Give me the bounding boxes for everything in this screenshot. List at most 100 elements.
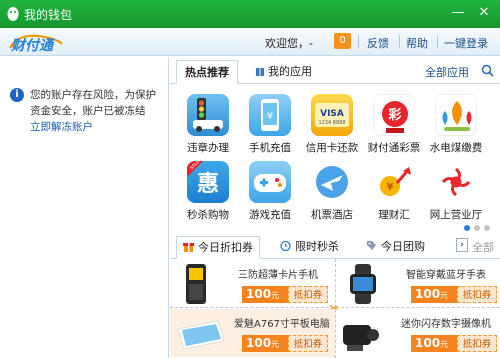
card-phone-icon: [186, 264, 206, 304]
app-utilities[interactable]: 水电煤缴费: [425, 94, 487, 155]
app-label: 信用卡还款: [305, 142, 359, 154]
deal-coupon[interactable]: 抵扣券: [288, 335, 328, 352]
tenpay-logo: 财付通: [9, 34, 63, 54]
wealth-icon: ¥: [373, 161, 415, 203]
svg-text:惠: 惠: [197, 172, 219, 197]
info-icon: i: [10, 88, 24, 102]
tag-icon: [367, 241, 376, 250]
deal-title: 爱魅A767寸平板电脑: [234, 319, 330, 330]
unfreeze-account-link[interactable]: 立即解冻账户: [30, 121, 93, 133]
tab-today-coupons[interactable]: 今日折扣券: [176, 236, 260, 259]
app-lottery[interactable]: 彩 财付通彩票: [363, 94, 425, 155]
app-flash-sale[interactable]: SALE 惠 秒杀购物: [177, 161, 239, 222]
risk-notice: 您的账户存在风险，为保护资金安全，账户已被冻结 立即解冻账户: [30, 87, 166, 135]
deal-price: 100元: [411, 286, 457, 303]
gift-icon: [183, 243, 194, 252]
deal-tab-bar: 今日折扣券 限时秒杀 今日团购 › 全部: [170, 234, 500, 259]
window-titlebar: 我的钱包 — ✕: [0, 0, 500, 28]
svg-text:¥: ¥: [267, 111, 273, 122]
lottery-icon: 彩: [373, 94, 415, 136]
tab-label: 限时秒杀: [295, 240, 339, 253]
china-unicom-icon: [435, 161, 477, 203]
tab-flash-sale[interactable]: 限时秒杀: [280, 236, 339, 259]
app-traffic-violation[interactable]: 违章办理: [177, 94, 239, 155]
app-label: 违章办理: [187, 142, 229, 154]
app-label: 财付通彩票: [367, 142, 421, 154]
pager-dot[interactable]: [474, 225, 480, 231]
app-label: 水电煤缴费: [429, 142, 483, 154]
deal-title: 智能穿戴蓝牙手表: [406, 270, 486, 281]
welcome-text: 欢迎您，-: [265, 37, 313, 50]
tab-label: 今日团购: [381, 240, 425, 253]
utilities-icon: [435, 94, 477, 136]
app-wealth[interactable]: ¥ 理财汇: [363, 161, 425, 222]
svg-text:财付通: 财付通: [10, 37, 55, 54]
more-arrow-button[interactable]: ›: [456, 238, 468, 252]
one-click-login-link[interactable]: 一键登录: [444, 35, 488, 51]
deal-title: 迷你闪存数字摄像机: [401, 319, 491, 330]
account-header: 财付通 欢迎您，- 0 反馈 帮助 一键登录: [0, 28, 500, 56]
header-divider: [399, 35, 400, 48]
window-title: 我的钱包: [24, 8, 73, 22]
svg-text:VISA: VISA: [320, 109, 344, 119]
penguin-icon: [7, 7, 19, 21]
deal-card[interactable]: 爱魅A767寸平板电脑 100元 抵扣券: [170, 309, 335, 357]
grid-icon: [256, 68, 264, 76]
deal-price-value: 100: [246, 287, 272, 301]
tab-my-apps-label: 我的应用: [268, 65, 312, 78]
deal-coupon[interactable]: 抵扣券: [457, 335, 497, 352]
tab-my-apps[interactable]: 我的应用: [248, 60, 320, 84]
app-game-topup[interactable]: 游戏充值: [239, 161, 301, 222]
app-credit-card-repay[interactable]: VISA 1234 8888 信用卡还款: [301, 94, 363, 155]
pager-dot[interactable]: [484, 225, 490, 231]
deal-coupon[interactable]: 抵扣券: [288, 286, 328, 303]
app-label: 网上营业厅: [429, 209, 483, 221]
deal-card[interactable]: 迷你闪存数字摄像机 100元 抵扣券: [335, 309, 500, 357]
deal-price-value: 100: [246, 336, 272, 350]
header-divider: [437, 35, 438, 48]
svg-text:¥: ¥: [387, 182, 394, 193]
search-icon[interactable]: [481, 64, 494, 77]
deal-price-unit: 元: [271, 291, 280, 300]
services-panel: 热点推荐 我的应用 全部应用 违章办理 ¥ 手机充值 VISA 1234 888…: [170, 57, 500, 358]
deal-card[interactable]: 三防超薄卡片手机 100元 抵扣券: [170, 260, 335, 308]
deal-price: 100元: [242, 335, 288, 352]
deal-price-value: 100: [415, 336, 441, 350]
tablet-icon: [177, 320, 225, 350]
alarm-clock-icon: [280, 240, 291, 251]
app-online-service-hall[interactable]: 网上营业厅: [425, 161, 487, 222]
header-divider: [358, 35, 359, 48]
deal-price-value: 100: [415, 287, 441, 301]
app-flight-hotel[interactable]: 机票酒店: [301, 161, 363, 222]
message-count-badge[interactable]: 0: [334, 33, 351, 49]
tab-hot-recommend[interactable]: 热点推荐: [176, 60, 238, 84]
close-button[interactable]: ✕: [472, 3, 496, 23]
svg-text:1234 8888: 1234 8888: [318, 120, 345, 126]
app-label: 游戏充值: [249, 209, 291, 221]
help-link[interactable]: 帮助: [406, 35, 428, 51]
deal-price-unit: 元: [271, 340, 280, 349]
feedback-link[interactable]: 反馈: [367, 35, 389, 51]
smartwatch-icon: [350, 264, 376, 304]
deal-card[interactable]: 智能穿戴蓝牙手表 100元 抵扣券: [335, 260, 500, 308]
camcorder-icon: [343, 325, 379, 351]
risk-message: 您的账户存在风险，为保护资金安全，账户已被冻结: [30, 89, 156, 117]
svg-text:彩: 彩: [387, 107, 401, 123]
deal-price-unit: 元: [440, 291, 449, 300]
pager-dot-active[interactable]: [464, 225, 470, 231]
app-label: 机票酒店: [311, 209, 353, 221]
app-label: 理财汇: [378, 209, 410, 221]
visa-card-icon: VISA 1234 8888: [311, 94, 353, 136]
plane-icon: [311, 161, 353, 203]
deal-price-unit: 元: [440, 340, 449, 349]
account-status-panel: i 您的账户存在风险，为保护资金安全，账户已被冻结 立即解冻账户: [0, 57, 169, 358]
all-deals-link[interactable]: 全部: [472, 239, 494, 255]
minimize-button[interactable]: —: [446, 3, 470, 23]
tab-group-buy[interactable]: 今日团购: [366, 236, 425, 259]
deal-coupon[interactable]: 抵扣券: [457, 286, 497, 303]
app-label: 秒杀购物: [187, 209, 229, 221]
deal-price: 100元: [411, 335, 457, 352]
app-tab-bar: 热点推荐 我的应用 全部应用: [170, 57, 500, 84]
app-phone-topup[interactable]: ¥ 手机充值: [239, 94, 301, 155]
all-apps-link[interactable]: 全部应用: [425, 64, 469, 80]
